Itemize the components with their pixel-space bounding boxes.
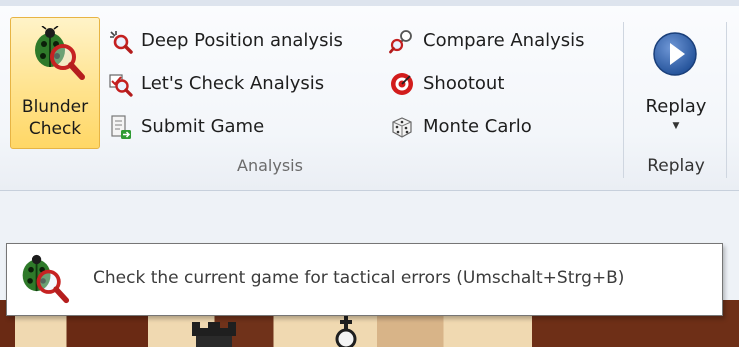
deep-position-analysis-button[interactable]: Deep Position analysis — [107, 26, 343, 56]
monte-carlo-label: Monte Carlo — [423, 116, 532, 137]
monte-carlo-button[interactable]: Monte Carlo — [389, 112, 532, 142]
shootout-label: Shootout — [423, 73, 505, 94]
play-circle-icon — [653, 32, 697, 76]
lets-check-analysis-label: Let's Check Analysis — [141, 73, 325, 94]
blunder-check-button[interactable]: Blunder Check — [10, 17, 100, 149]
compare-analysis-button[interactable]: Compare Analysis — [389, 26, 585, 56]
group-separator — [726, 22, 727, 178]
check-magnifier-icon — [109, 74, 133, 97]
black-king-icon — [335, 314, 357, 347]
lets-check-analysis-button[interactable]: Let's Check Analysis — [107, 69, 324, 99]
replay-button[interactable]: Replay ▼ — [630, 20, 722, 150]
black-rook-icon — [192, 322, 236, 347]
deep-search-icon — [110, 31, 133, 54]
compare-analysis-label: Compare Analysis — [423, 30, 585, 51]
shootout-target-icon — [391, 73, 413, 95]
blunder-check-label: Blunder Check — [21, 97, 89, 139]
tooltip-text: Check the current game for tactical erro… — [93, 268, 625, 288]
group-separator — [623, 22, 624, 178]
dropdown-arrow-icon: ▼ — [672, 121, 680, 131]
analysis-group-label: Analysis — [237, 156, 303, 175]
shootout-button[interactable]: Shootout — [389, 69, 504, 99]
ladybug-magnifier-icon — [22, 254, 70, 304]
replay-label: Replay — [645, 96, 707, 117]
submit-game-button[interactable]: Submit Game — [107, 112, 264, 142]
dice-icon — [392, 117, 412, 138]
submit-document-icon — [111, 115, 131, 139]
compare-magnifiers-icon — [389, 30, 412, 54]
ribbon-top-border — [0, 0, 739, 6]
ladybug-magnifier-icon — [35, 26, 85, 80]
submit-game-label: Submit Game — [141, 116, 265, 137]
tooltip: Check the current game for tactical erro… — [6, 243, 723, 316]
deep-position-analysis-label: Deep Position analysis — [141, 30, 343, 51]
replay-group-label: Replay — [647, 156, 705, 176]
